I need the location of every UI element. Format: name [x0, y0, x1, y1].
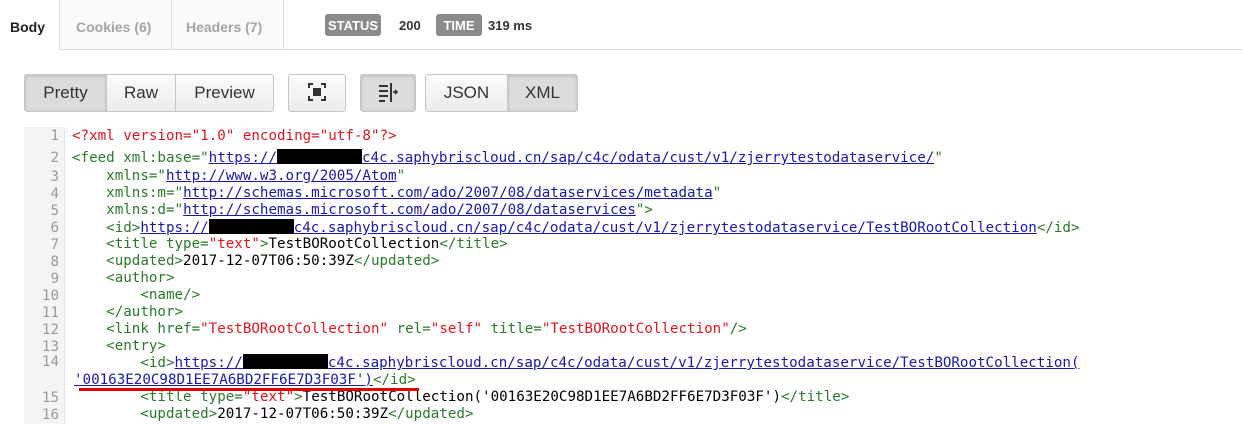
- fullscreen-button[interactable]: [288, 74, 346, 112]
- line-number: 10: [41, 288, 59, 304]
- response-tab-bar: Body Cookies (6) Headers (7) STATUS 200 …: [0, 0, 1242, 51]
- line-number: 3: [50, 169, 59, 185]
- tab-divider: [284, 49, 1242, 50]
- json-button[interactable]: JSON: [425, 74, 508, 112]
- preview-button[interactable]: Preview: [175, 74, 274, 112]
- format-group: JSON XML: [425, 74, 578, 112]
- redacted-block: [277, 149, 363, 164]
- code-line: xmlns:m="http://schemas.microsoft.com/ad…: [106, 185, 722, 201]
- collection-id-link[interactable]: https://c4c.saphybriscloud.cn/sap/c4c/od…: [140, 219, 1037, 236]
- fullscreen-icon: [308, 83, 326, 101]
- wrap-lines-button[interactable]: [360, 74, 416, 112]
- red-underline-annotation: [79, 388, 419, 391]
- word-wrap-icon: [379, 83, 399, 102]
- line-number: 14: [41, 354, 59, 370]
- wrap-group: [360, 74, 416, 112]
- line-number: 8: [50, 254, 59, 270]
- line-number: 2: [50, 150, 59, 166]
- namespace-link[interactable]: http://schemas.microsoft.com/ado/2007/08…: [183, 202, 636, 218]
- tab-headers[interactable]: Headers (7): [172, 0, 284, 50]
- code-line: <title type="text">TestBORootCollection(…: [140, 389, 850, 405]
- status-badge: STATUS: [325, 14, 381, 36]
- line-number: 1: [50, 128, 59, 144]
- tab-cookies[interactable]: Cookies (6): [60, 0, 172, 50]
- xml-button[interactable]: XML: [507, 74, 578, 112]
- pretty-button[interactable]: Pretty: [24, 74, 107, 112]
- line-number: 7: [50, 237, 59, 253]
- line-number: 16: [41, 407, 59, 423]
- fullscreen-group: [288, 74, 346, 112]
- code-line-wrapped: '00163E20C98D1EE7A6BD2FF6E7D3F03F')</id>: [74, 372, 416, 388]
- tab-body[interactable]: Body: [0, 0, 60, 50]
- code-line: <name/>: [140, 287, 201, 303]
- time-badge: TIME: [436, 14, 482, 36]
- raw-button[interactable]: Raw: [106, 74, 176, 112]
- time-value: 319 ms: [488, 18, 533, 33]
- base-url-link[interactable]: https://c4c.saphybriscloud.cn/sap/c4c/od…: [209, 149, 934, 166]
- redacted-block: [208, 219, 294, 234]
- code-line: xmlns:d="http://schemas.microsoft.com/ad…: [106, 202, 653, 218]
- code-line: <feed xml:base="https://c4c.saphybrisclo…: [72, 149, 943, 166]
- entry-id-link[interactable]: https://c4c.saphybriscloud.cn/sap/c4c/od…: [175, 354, 1080, 371]
- code-line: <updated>2017-12-07T06:50:39Z</updated>: [106, 253, 440, 269]
- code-line: <link href="TestBORootCollection" rel="s…: [106, 321, 747, 337]
- view-mode-group: Pretty Raw Preview: [24, 74, 274, 112]
- line-number: 12: [41, 322, 59, 338]
- namespace-link[interactable]: http://schemas.microsoft.com/ado/2007/08…: [183, 185, 713, 201]
- namespace-link[interactable]: http://www.w3.org/2005/Atom: [166, 168, 397, 184]
- code-line: <entry>: [106, 338, 166, 354]
- line-number: 15: [41, 390, 59, 406]
- code-line: <title type="text">TestBORootCollection<…: [106, 236, 508, 252]
- response-body-viewer[interactable]: 1 2 3 4 5 6 7 8 9 10 11 12 13 14 15 16 <…: [24, 127, 1242, 424]
- status-value: 200: [399, 18, 421, 33]
- line-number: 9: [50, 271, 59, 287]
- line-number: 5: [50, 203, 59, 219]
- line-number: 11: [41, 305, 59, 321]
- line-number-gutter: 1 2 3 4 5 6 7 8 9 10 11 12 13 14 15 16: [24, 127, 65, 424]
- line-number: 6: [50, 220, 59, 236]
- line-number: 13: [41, 339, 59, 355]
- entry-id-link-continued[interactable]: '00163E20C98D1EE7A6BD2FF6E7D3F03F'): [74, 372, 373, 388]
- code-line: <id>https://c4c.saphybriscloud.cn/sap/c4…: [140, 354, 1080, 371]
- code-line: <id>https://c4c.saphybriscloud.cn/sap/c4…: [106, 219, 1080, 236]
- line-number: 4: [50, 186, 59, 202]
- code-line: xmlns="http://www.w3.org/2005/Atom": [106, 168, 406, 184]
- code-line: <author>: [106, 270, 175, 286]
- code-line: </author>: [106, 304, 184, 320]
- code-line: <updated>2017-12-07T06:50:39Z</updated>: [140, 406, 474, 422]
- code-line: <?xml version="1.0" encoding="utf-8"?>: [72, 128, 397, 144]
- redacted-block: [242, 354, 328, 369]
